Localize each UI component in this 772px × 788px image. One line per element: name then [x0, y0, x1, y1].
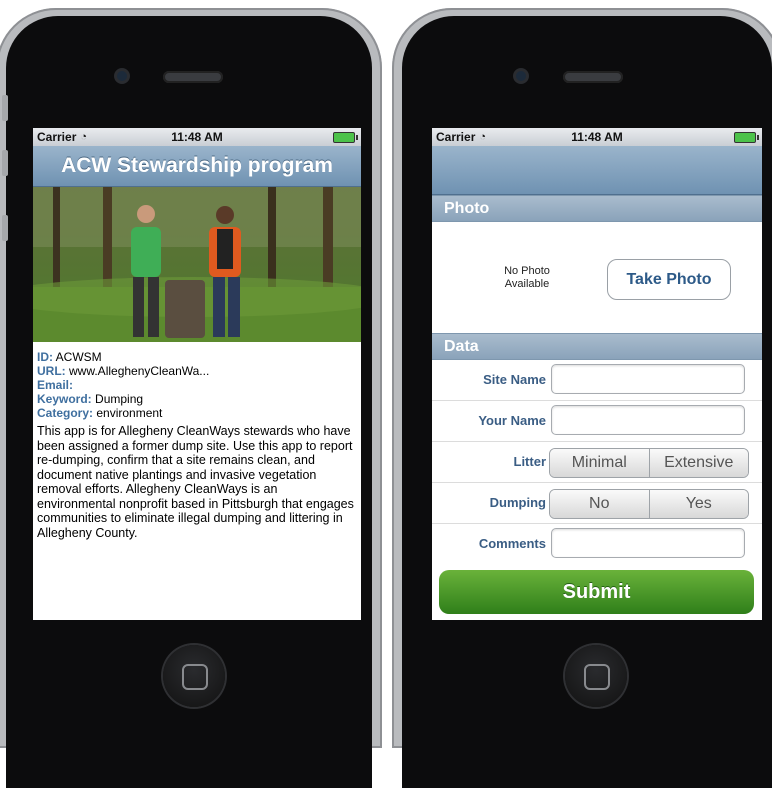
dumping-segmented-control: No Yes	[549, 489, 749, 519]
dumping-option-no[interactable]: No	[550, 490, 649, 518]
your-name-label: Your Name	[478, 413, 546, 428]
no-photo-text: No Photo Available	[504, 265, 550, 290]
program-info: ID: ACWSM URL: www.AlleghenyCleanWa... E…	[33, 342, 361, 420]
keyword-key: Keyword:	[37, 392, 92, 406]
your-name-input[interactable]	[551, 405, 745, 435]
status-bar: Carrier ◔ 11:48 AM	[432, 128, 762, 146]
data-section-header: Data	[432, 333, 762, 360]
site-name-input[interactable]	[551, 364, 745, 394]
photo-section-header: Photo	[432, 195, 762, 222]
volume-button	[2, 150, 8, 176]
comments-label: Comments	[478, 536, 546, 551]
home-button[interactable]	[565, 645, 627, 707]
site-name-row: Site Name	[432, 360, 762, 401]
app-screen-form: Carrier ◔ 11:48 AM Photo No Photo Availa…	[432, 128, 762, 620]
app-screen-info: Carrier ◔ 11:48 AM ACW Stewardship progr…	[33, 128, 361, 620]
category-value: environment	[96, 406, 163, 420]
battery-icon	[734, 132, 759, 143]
battery-icon	[333, 132, 358, 143]
comments-input[interactable]	[551, 528, 745, 558]
volume-button	[2, 215, 8, 241]
dumping-row: Dumping No Yes	[432, 483, 762, 524]
volume-button	[2, 95, 8, 121]
nav-title: ACW Stewardship program	[33, 146, 361, 187]
photo-row: No Photo Available Take Photo	[432, 222, 762, 333]
speaker-grille	[163, 71, 223, 83]
litter-segmented-control: Minimal Extensive	[549, 448, 749, 478]
nav-bar	[432, 146, 762, 195]
litter-row: Litter Minimal Extensive	[432, 442, 762, 483]
speaker-grille	[563, 71, 623, 83]
program-description: This app is for Allegheny CleanWays stew…	[37, 424, 354, 540]
status-bar: Carrier ◔ 11:48 AM	[33, 128, 361, 146]
litter-option-minimal[interactable]: Minimal	[550, 449, 649, 477]
dumping-option-yes[interactable]: Yes	[648, 490, 748, 518]
front-camera-icon	[117, 71, 127, 81]
email-key: Email:	[37, 378, 74, 392]
keyword-value: Dumping	[95, 392, 144, 406]
category-key: Category:	[37, 406, 94, 420]
litter-label: Litter	[513, 454, 547, 469]
site-name-label: Site Name	[483, 372, 546, 387]
dumping-label: Dumping	[489, 495, 546, 510]
url-key: URL:	[37, 364, 66, 378]
take-photo-button[interactable]: Take Photo	[607, 259, 731, 300]
id-value: ACWSM	[55, 350, 102, 364]
submit-button[interactable]: Submit	[439, 570, 754, 614]
id-key: ID:	[37, 350, 53, 364]
url-value[interactable]: www.AlleghenyCleanWa...	[69, 364, 209, 378]
clock: 11:48 AM	[571, 130, 623, 144]
clock: 11:48 AM	[171, 130, 223, 144]
comments-row: Comments	[432, 524, 762, 564]
litter-option-extensive[interactable]: Extensive	[648, 449, 748, 477]
your-name-row: Your Name	[432, 401, 762, 442]
front-camera-icon	[516, 71, 526, 81]
program-photo	[33, 187, 361, 342]
home-button[interactable]	[163, 645, 225, 707]
